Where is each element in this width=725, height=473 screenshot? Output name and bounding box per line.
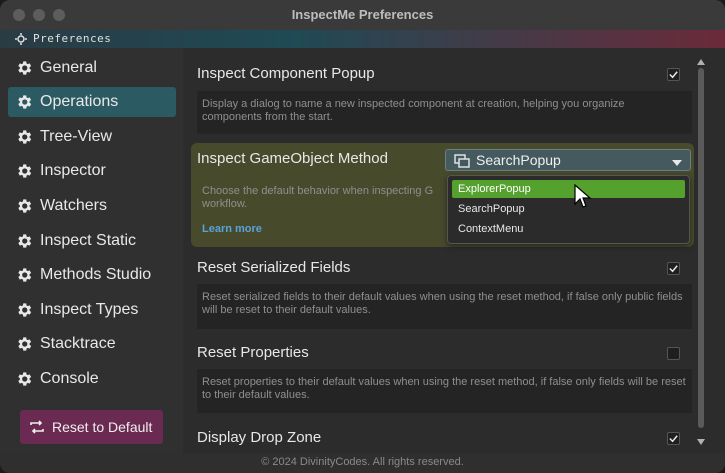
sidebar-item-watchers[interactable]: Watchers bbox=[8, 191, 176, 221]
sidebar-item-inspector[interactable]: Inspector bbox=[8, 156, 176, 186]
gear-icon bbox=[14, 92, 34, 112]
scroll-down-arrow-icon[interactable] bbox=[696, 438, 706, 446]
sidebar-item-stacktrace[interactable]: Stacktrace bbox=[8, 329, 176, 359]
setting-title: Inspect Component Popup bbox=[197, 65, 375, 82]
title-bar: InspectMe Preferences bbox=[0, 0, 725, 30]
dropdown-selected-value: SearchPopup bbox=[476, 152, 561, 168]
mouse-cursor-icon bbox=[574, 184, 592, 208]
learn-more-link[interactable]: Learn more bbox=[202, 223, 262, 235]
setting-description-line2: workflow. bbox=[202, 198, 248, 210]
settings-panel: Inspect Component Popup Display a dialog… bbox=[183, 48, 725, 453]
gear-icon bbox=[14, 161, 34, 181]
gear-icon bbox=[14, 300, 34, 320]
preferences-window: InspectMe Preferences Preferences Genera… bbox=[0, 0, 725, 473]
header-label: Preferences bbox=[33, 32, 112, 45]
sidebar-item-label: Methods Studio bbox=[40, 266, 152, 283]
gear-icon bbox=[14, 127, 34, 147]
sidebar-item-label: Watchers bbox=[40, 197, 107, 214]
setting-description-line1: Choose the default behavior when inspect… bbox=[202, 185, 434, 197]
display-drop-zone-checkbox[interactable] bbox=[667, 432, 680, 445]
window-title: InspectMe Preferences bbox=[291, 7, 434, 22]
setting-title: Reset Properties bbox=[197, 344, 309, 361]
sidebar-item-label: Console bbox=[40, 370, 99, 387]
gear-icon bbox=[14, 265, 34, 285]
inspect-component-popup-checkbox[interactable] bbox=[667, 68, 680, 81]
sidebar-item-label: Tree-View bbox=[40, 128, 113, 145]
setting-description: Reset serialized fields to their default… bbox=[197, 284, 692, 329]
scrollbar-thumb[interactable] bbox=[698, 68, 704, 428]
reset-to-default-button[interactable]: Reset to Default bbox=[20, 410, 163, 444]
setting-description: Display a dialog to name a new inspected… bbox=[197, 91, 692, 134]
gear-icon bbox=[14, 58, 34, 78]
sidebar: General Operations Tree-View Inspector W… bbox=[0, 48, 183, 453]
setting-title: Display Drop Zone bbox=[197, 429, 322, 446]
sidebar-item-label: Stacktrace bbox=[40, 335, 116, 352]
sidebar-item-label: Inspect Types bbox=[40, 301, 139, 318]
reset-properties-checkbox[interactable] bbox=[667, 347, 680, 360]
setting-description: Reset properties to their default values… bbox=[197, 369, 692, 413]
sidebar-item-label: Operations bbox=[40, 93, 119, 110]
gear-icon bbox=[14, 231, 34, 251]
gear-icon bbox=[14, 196, 34, 216]
logo-icon bbox=[14, 32, 28, 46]
gear-icon bbox=[14, 334, 34, 354]
sidebar-item-label: General bbox=[40, 59, 97, 76]
setting-title: Reset Serialized Fields bbox=[197, 259, 351, 276]
sidebar-item-label: Inspect Static bbox=[40, 232, 137, 249]
gear-icon bbox=[14, 369, 34, 389]
sidebar-item-console[interactable]: Console bbox=[8, 364, 176, 394]
reset-serialized-fields-checkbox[interactable] bbox=[667, 262, 680, 275]
sidebar-item-tree-view[interactable]: Tree-View bbox=[8, 122, 176, 152]
sidebar-item-operations[interactable]: Operations bbox=[8, 87, 176, 117]
window-icon bbox=[454, 153, 470, 168]
sidebar-item-general[interactable]: General bbox=[8, 53, 176, 83]
chevron-down-icon bbox=[672, 151, 682, 170]
gameobject-method-dropdown[interactable]: SearchPopup bbox=[445, 149, 691, 171]
dropdown-option-contextmenu[interactable]: ContextMenu bbox=[452, 220, 685, 238]
reset-to-default-label: Reset to Default bbox=[52, 419, 153, 435]
dropdown-option-searchpopup[interactable]: SearchPopup bbox=[452, 200, 685, 218]
dropdown-popup: ExplorerPopup SearchPopup ContextMenu bbox=[447, 175, 690, 244]
dropdown-option-explorerpopup[interactable]: ExplorerPopup bbox=[452, 180, 685, 198]
preferences-header: Preferences bbox=[0, 30, 725, 48]
setting-title: Inspect GameObject Method bbox=[197, 150, 388, 167]
sidebar-item-methods-studio[interactable]: Methods Studio bbox=[8, 260, 176, 290]
footer-copyright: © 2024 DivinityCodes. All rights reserve… bbox=[0, 453, 725, 473]
reset-icon bbox=[28, 418, 46, 436]
sidebar-item-inspect-types[interactable]: Inspect Types bbox=[8, 295, 176, 325]
sidebar-item-inspect-static[interactable]: Inspect Static bbox=[8, 226, 176, 256]
scroll-up-arrow-icon[interactable] bbox=[696, 58, 706, 66]
sidebar-item-label: Inspector bbox=[40, 162, 106, 179]
